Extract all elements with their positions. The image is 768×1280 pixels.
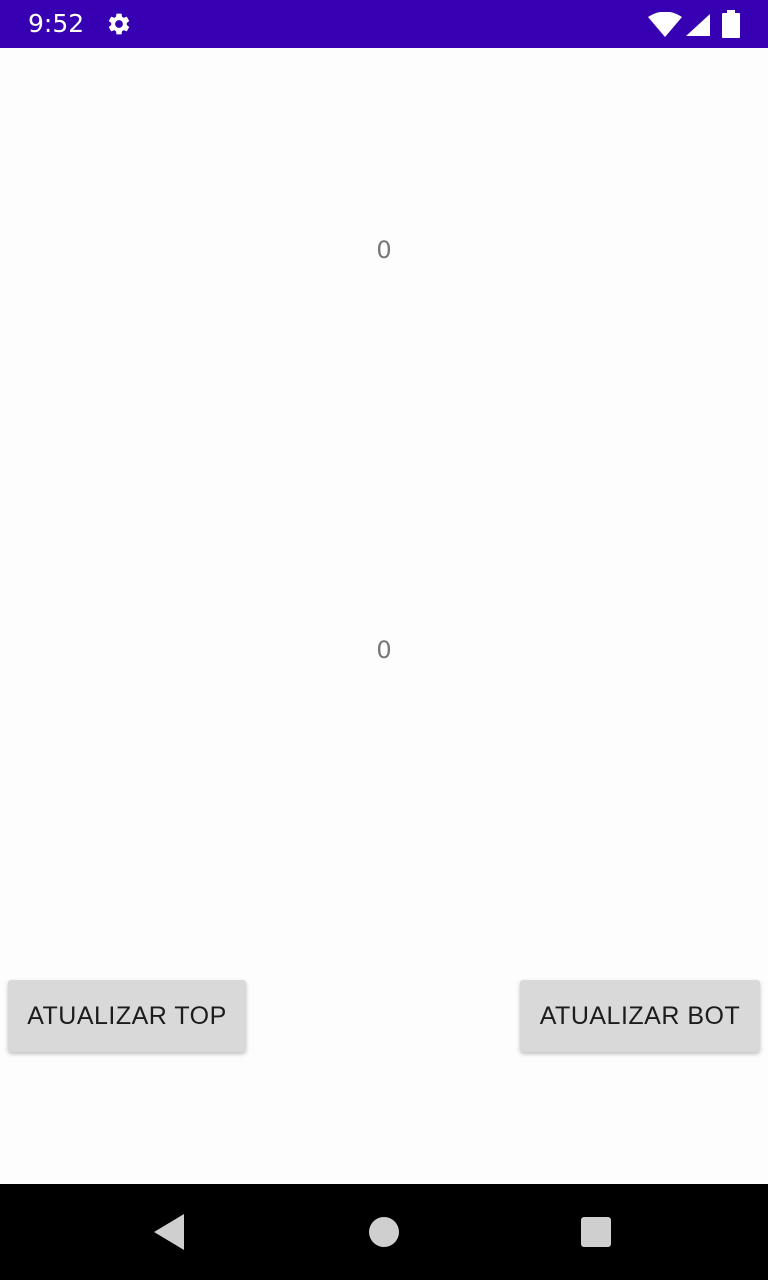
home-icon[interactable] bbox=[368, 1216, 400, 1248]
status-time: 9:52 bbox=[28, 9, 85, 38]
status-bar: 9:52 bbox=[0, 0, 768, 48]
top-counter-text: 0 bbox=[376, 236, 392, 264]
recents-icon[interactable] bbox=[580, 1216, 612, 1248]
back-icon[interactable] bbox=[154, 1214, 188, 1250]
bottom-counter-text: 0 bbox=[376, 636, 392, 664]
update-bot-button[interactable]: ATUALIZAR BOT bbox=[520, 980, 760, 1052]
update-top-button[interactable]: ATUALIZAR TOP bbox=[8, 980, 246, 1052]
signal-icon bbox=[686, 14, 710, 36]
app-screen: 9:52 0 0 ATUALIZAR TOP ATUALIZAR BOT bbox=[0, 0, 768, 1280]
gear-icon bbox=[106, 11, 132, 37]
wifi-icon bbox=[648, 11, 682, 38]
navigation-bar bbox=[0, 1184, 768, 1280]
main-content: 0 0 ATUALIZAR TOP ATUALIZAR BOT bbox=[0, 48, 768, 1184]
battery-icon bbox=[722, 10, 740, 38]
